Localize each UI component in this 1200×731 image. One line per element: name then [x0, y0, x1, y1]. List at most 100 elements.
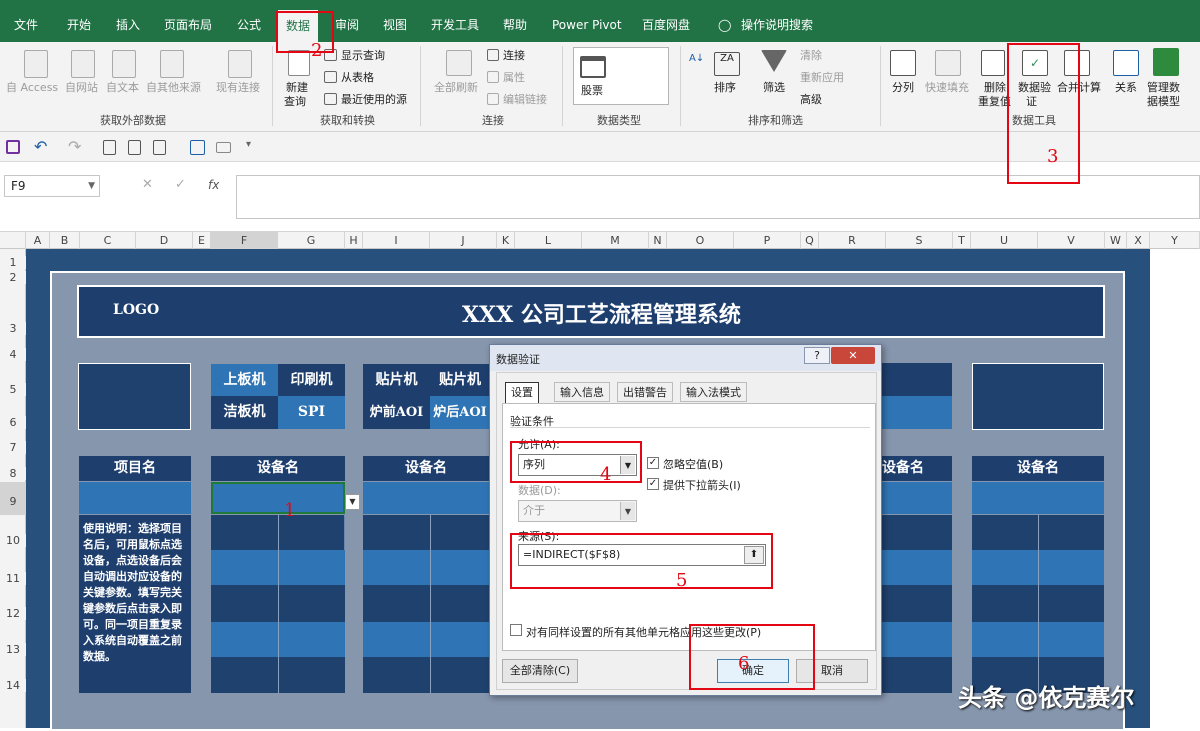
tab-baidu-netdisk[interactable]: 百度网盘: [642, 0, 690, 42]
show-queries-button[interactable]: 显示查询: [341, 49, 385, 62]
tab-error-alert[interactable]: 出错警告: [617, 382, 673, 402]
select-all-corner[interactable]: [0, 232, 26, 249]
column-header[interactable]: D: [136, 232, 193, 249]
relationships-button[interactable]: 关系: [1115, 81, 1137, 94]
column-header[interactable]: O: [667, 232, 734, 249]
tab-formulas[interactable]: 公式: [237, 0, 261, 42]
device-param-row[interactable]: [363, 657, 489, 693]
confirm-entry-icon[interactable]: ✓: [175, 177, 186, 192]
column-header-selected[interactable]: F: [211, 232, 278, 249]
tab-input-message[interactable]: 输入信息: [554, 382, 610, 402]
tab-view[interactable]: 视图: [383, 0, 407, 42]
clear-filter-button[interactable]: 清除: [800, 49, 822, 62]
row-header[interactable]: 1: [0, 256, 26, 269]
tab-home[interactable]: 开始: [67, 0, 91, 42]
tab-help[interactable]: 帮助: [503, 0, 527, 42]
paste-icon[interactable]: [153, 140, 166, 155]
machine-button[interactable]: 炉后AOI: [430, 396, 490, 429]
refresh-all-button[interactable]: 全部刷新: [434, 81, 478, 94]
close-button[interactable]: ✕: [831, 347, 875, 364]
connections-button[interactable]: 连接: [503, 49, 525, 62]
device-param-row[interactable]: [882, 657, 952, 693]
column-header[interactable]: Y: [1150, 232, 1200, 249]
device-param-row[interactable]: [363, 550, 489, 585]
column-header[interactable]: P: [734, 232, 801, 249]
chevron-down-icon[interactable]: ▼: [620, 502, 635, 520]
insert-function-icon[interactable]: fx: [208, 178, 219, 192]
column-header[interactable]: Q: [801, 232, 819, 249]
new-query-button[interactable]: 新建: [286, 81, 308, 94]
ignore-blank-checkbox[interactable]: ✓: [647, 457, 659, 469]
row-header-selected[interactable]: 9: [0, 482, 26, 515]
save-icon[interactable]: [6, 140, 20, 154]
tab-settings[interactable]: 设置: [505, 382, 539, 404]
column-header[interactable]: C: [80, 232, 136, 249]
row-header[interactable]: 6: [0, 416, 26, 429]
manage-data-model-button-line2[interactable]: 据模型: [1147, 95, 1180, 108]
column-header[interactable]: G: [278, 232, 345, 249]
tab-insert[interactable]: 插入: [116, 0, 140, 42]
sort-button[interactable]: 排序: [714, 81, 736, 94]
column-header[interactable]: J: [430, 232, 497, 249]
print-preview-icon[interactable]: [103, 140, 116, 155]
column-header[interactable]: E: [193, 232, 211, 249]
from-access-button[interactable]: 自 Access: [6, 81, 58, 94]
column-header[interactable]: H: [345, 232, 363, 249]
row-header[interactable]: 11: [0, 572, 26, 585]
reapply-button[interactable]: 重新应用: [800, 71, 844, 84]
column-header[interactable]: I: [363, 232, 430, 249]
column-header[interactable]: S: [886, 232, 953, 249]
row-header[interactable]: 5: [0, 383, 26, 396]
sort-az-icon[interactable]: A↓: [689, 54, 704, 74]
table-icon[interactable]: [190, 140, 205, 155]
manage-data-model-button[interactable]: 管理数: [1147, 81, 1180, 94]
undo-icon[interactable]: ↶: [34, 137, 47, 156]
existing-connections-button[interactable]: 现有连接: [216, 81, 260, 94]
redo-icon[interactable]: ↷: [68, 137, 81, 156]
device-param-row[interactable]: [363, 515, 489, 550]
device-name-cell[interactable]: [882, 482, 952, 514]
column-header[interactable]: L: [515, 232, 582, 249]
column-header[interactable]: V: [1038, 232, 1105, 249]
device-param-row[interactable]: [882, 622, 952, 657]
data-select[interactable]: 介于 ▼: [518, 500, 637, 522]
column-header[interactable]: X: [1127, 232, 1150, 249]
device-param-row[interactable]: [882, 515, 952, 550]
camera-icon[interactable]: [216, 142, 231, 153]
project-name-input[interactable]: [79, 482, 191, 514]
machine-button[interactable]: 贴片机: [430, 364, 490, 396]
machine-button[interactable]: 贴片机: [363, 364, 430, 396]
row-header[interactable]: 14: [0, 679, 26, 692]
device-name-selected-cell[interactable]: [211, 482, 345, 514]
stocks-data-type[interactable]: 股票: [581, 84, 603, 97]
tab-developer[interactable]: 开发工具: [431, 0, 479, 42]
column-header[interactable]: A: [26, 232, 50, 249]
device-param-row[interactable]: [882, 585, 952, 622]
recent-sources-button[interactable]: 最近使用的源: [341, 93, 407, 106]
from-other-sources-button[interactable]: 自其他来源: [146, 81, 201, 94]
row-header[interactable]: 10: [0, 534, 26, 547]
from-web-button[interactable]: 自网站: [65, 81, 98, 94]
row-header[interactable]: 4: [0, 348, 26, 361]
machine-button[interactable]: SPI: [278, 396, 345, 429]
apply-all-checkbox[interactable]: [510, 624, 522, 636]
column-header[interactable]: M: [582, 232, 649, 249]
machine-button[interactable]: 炉前AOI: [363, 396, 430, 429]
edit-links-button[interactable]: 编辑链接: [503, 93, 547, 106]
text-to-columns-button[interactable]: 分列: [892, 81, 914, 94]
tab-file[interactable]: 文件: [14, 0, 38, 42]
chevron-down-icon[interactable]: ▼: [88, 176, 95, 196]
column-header[interactable]: R: [819, 232, 886, 249]
device-name-cell[interactable]: [972, 482, 1104, 514]
device-param-row[interactable]: [882, 550, 952, 585]
row-header[interactable]: 3: [0, 322, 26, 335]
device-param-row[interactable]: [363, 585, 489, 622]
column-header[interactable]: U: [971, 232, 1038, 249]
row-header[interactable]: 13: [0, 643, 26, 656]
spell-check-icon[interactable]: [128, 140, 141, 155]
customize-toolbar-icon[interactable]: ▾: [246, 139, 251, 150]
device-param-row[interactable]: [363, 622, 489, 657]
properties-button[interactable]: 属性: [503, 71, 525, 84]
cancel-entry-icon[interactable]: ✕: [142, 177, 153, 192]
name-box[interactable]: F9 ▼: [4, 175, 100, 197]
